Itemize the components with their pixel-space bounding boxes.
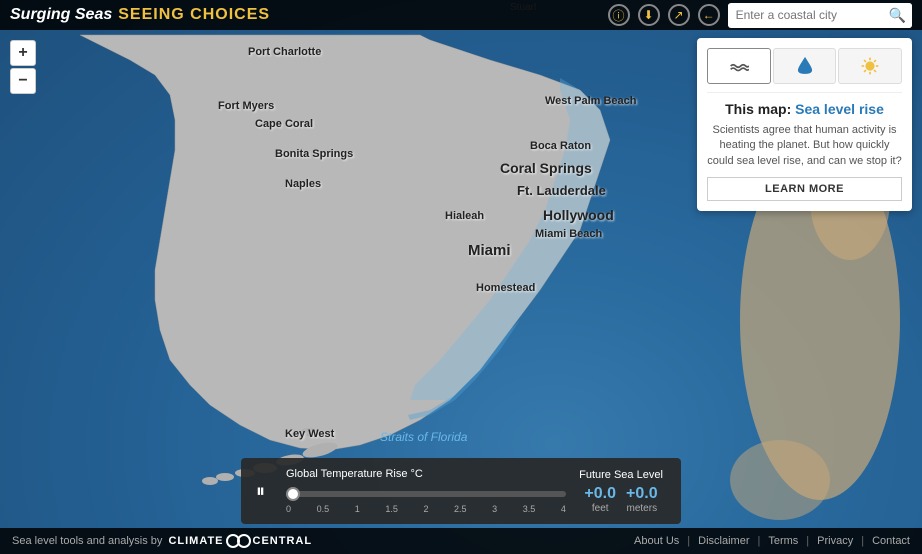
search-input[interactable] xyxy=(728,4,883,26)
footer-terms[interactable]: Terms xyxy=(768,535,798,547)
footer-brand2: CENTRAL xyxy=(253,535,313,547)
download-button[interactable]: ⬇ xyxy=(638,4,660,26)
waves-tab[interactable] xyxy=(707,48,771,84)
bottom-controls: ⏸ Global Temperature Rise °C 0 0.5 1 1.5… xyxy=(241,458,681,524)
zoom-controls: + − xyxy=(10,40,36,96)
search-button[interactable]: 🔍 xyxy=(883,3,912,28)
sea-level-feet-value: +0.0 xyxy=(584,485,616,503)
footer-prefix: Sea level tools and analysis by xyxy=(12,535,162,547)
panel-title: This map: Sea level rise xyxy=(707,101,902,117)
zoom-out-button[interactable]: − xyxy=(10,68,36,94)
temperature-label: Global Temperature Rise °C xyxy=(286,468,566,480)
climate-central-logo: CLIMATE CENTRAL xyxy=(168,534,312,548)
search-container: 🔍 xyxy=(728,3,912,28)
footer-disclaimer[interactable]: Disclaimer xyxy=(698,535,749,547)
pause-button[interactable]: ⏸ xyxy=(256,481,276,502)
info-button[interactable]: ⓘ xyxy=(608,4,630,26)
panel-icons xyxy=(707,48,902,93)
sea-level-meters-unit: meters xyxy=(626,503,658,514)
slider-labels: 0 0.5 1 1.5 2 2.5 3 3.5 4 xyxy=(286,504,566,514)
temperature-slider[interactable] xyxy=(286,491,566,497)
sea-level-meters: +0.0 meters xyxy=(626,485,658,514)
sea-level-feet: +0.0 feet xyxy=(584,485,616,514)
panel-title-highlight: Sea level rise xyxy=(795,101,884,117)
header-right: ⓘ ⬇ ↗ ← 🔍 xyxy=(608,3,912,28)
slider-container: 0 0.5 1 1.5 2 2.5 3 3.5 4 xyxy=(286,484,566,514)
info-panel: This map: Sea level rise Scientists agre… xyxy=(697,38,912,211)
back-button[interactable]: ← xyxy=(698,4,720,26)
temperature-section: Global Temperature Rise °C 0 0.5 1 1.5 2… xyxy=(286,468,566,514)
app-title-seeing: SEEING CHOICES xyxy=(118,6,270,24)
footer-privacy[interactable]: Privacy xyxy=(817,535,853,547)
header: Surging Seas SEEING CHOICES ⓘ ⬇ ↗ ← 🔍 xyxy=(0,0,922,30)
footer-about[interactable]: About Us xyxy=(634,535,679,547)
zoom-in-button[interactable]: + xyxy=(10,40,36,66)
sea-level-values: +0.0 feet +0.0 meters xyxy=(576,485,666,514)
footer-left: Sea level tools and analysis by CLIMATE … xyxy=(12,534,312,548)
footer-links: About Us | Disclaimer | Terms | Privacy … xyxy=(634,535,910,547)
learn-more-button[interactable]: LEARN MORE xyxy=(707,177,902,201)
sea-level-feet-unit: feet xyxy=(584,503,616,514)
water-drop-tab[interactable] xyxy=(773,48,837,84)
footer: Sea level tools and analysis by CLIMATE … xyxy=(0,528,922,554)
footer-brand: CLIMATE xyxy=(168,535,223,547)
logo-circle-right xyxy=(237,534,251,548)
footer-contact[interactable]: Contact xyxy=(872,535,910,547)
share-button[interactable]: ↗ xyxy=(668,4,690,26)
panel-description: Scientists agree that human activity is … xyxy=(707,123,902,169)
title-container: Surging Seas SEEING CHOICES xyxy=(10,6,270,24)
app-title-surging: Surging Seas xyxy=(10,6,112,24)
sea-level-section: Future Sea Level +0.0 feet +0.0 meters xyxy=(576,469,666,514)
sun-tab[interactable] xyxy=(838,48,902,84)
straits-of-florida-label: Straits of Florida xyxy=(380,430,467,444)
sea-level-label: Future Sea Level xyxy=(576,469,666,481)
sea-level-meters-value: +0.0 xyxy=(626,485,658,503)
